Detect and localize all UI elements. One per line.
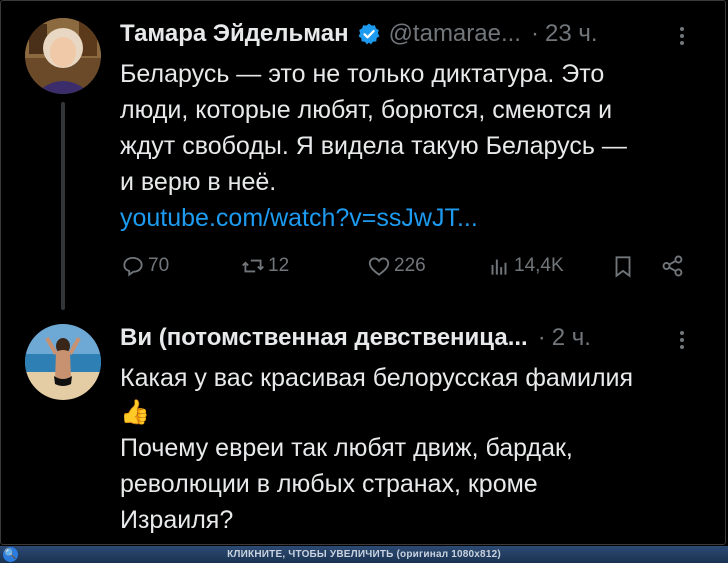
separator-dot: ·	[537, 324, 546, 351]
tweet-1[interactable]: Тамара Эйдельман @tamarae... · 23 ч. Бел…	[0, 0, 728, 310]
separator-dot: ·	[530, 20, 539, 47]
tweet-text-line: люди, которые любят, борются, смеются и	[120, 96, 613, 124]
author-name[interactable]: Тамара Эйдельман	[120, 20, 349, 48]
tweet-text-line: Какая у вас красивая белорусская фамилия	[120, 364, 634, 392]
bookmark-button[interactable]	[610, 253, 638, 279]
reply-count: 70	[148, 255, 170, 276]
tweet-text-line: революции в любых странах, кроме	[120, 470, 538, 498]
avatar-image	[25, 18, 101, 94]
like-button[interactable]: 226	[366, 253, 426, 279]
thread-line	[61, 102, 65, 310]
repost-icon	[242, 259, 264, 273]
avatar-vi[interactable]	[25, 324, 101, 400]
more-options-icon[interactable]	[670, 328, 694, 352]
timestamp[interactable]: 2 ч.	[552, 324, 591, 352]
thumbs-up-emoji: 👍	[120, 399, 150, 426]
tweet-2-header: Ви (потомственная девственица... · 2 ч.	[120, 324, 591, 352]
views-count: 14,4K	[514, 255, 564, 276]
views-button[interactable]: 14,4K	[486, 253, 564, 279]
tweet-text-line: Почему евреи так любят движ, бардак,	[120, 434, 573, 462]
tweet-text-line: Израиля?	[120, 506, 234, 534]
more-options-icon[interactable]	[670, 24, 694, 48]
tweet-2[interactable]: Ви (потомственная девственица... · 2 ч. …	[0, 310, 728, 546]
share-icon	[662, 255, 683, 277]
tweet-text-line: и верю в неё.	[120, 168, 277, 196]
enlarge-label[interactable]: КЛИКНИТЕ, ЧТОБЫ УВЕЛИЧИТЬ (оригинал 1080…	[227, 549, 501, 560]
share-button[interactable]	[660, 253, 688, 279]
tweet-actions: 70 12 226 14,4K	[120, 253, 700, 289]
bookmark-icon	[615, 256, 631, 278]
tweet-2-text: Какая у вас красивая белорусская фамилия…	[120, 360, 700, 538]
author-name[interactable]: Ви (потомственная девственица...	[120, 324, 528, 352]
avatar-image	[25, 324, 101, 400]
tweet-1-text: Беларусь — это не только диктатура. Это …	[120, 56, 700, 236]
tweet-text-line: Беларусь — это не только диктатура. Это	[120, 60, 605, 88]
enlarge-bar[interactable]: 🔍 КЛИКНИТЕ, ЧТОБЫ УВЕЛИЧИТЬ (оригинал 10…	[0, 546, 728, 563]
tweet-link[interactable]: youtube.com/watch?v=ssJwJT...	[120, 200, 700, 236]
magnifier-icon[interactable]: 🔍	[3, 547, 18, 562]
heart-icon	[368, 257, 390, 276]
tweet-text-line: ждут свободы. Я видела такую Беларусь —	[120, 132, 627, 160]
reply-button[interactable]: 70	[120, 253, 169, 279]
views-icon	[491, 259, 507, 275]
reply-icon	[123, 256, 143, 277]
repost-count: 12	[268, 255, 290, 276]
tweet-1-header: Тамара Эйдельман @tamarae... · 23 ч.	[120, 20, 598, 48]
verified-badge-icon	[358, 23, 379, 45]
like-count: 226	[394, 255, 426, 276]
author-handle[interactable]: @tamarae...	[389, 20, 521, 48]
repost-button[interactable]: 12	[240, 253, 289, 279]
timestamp[interactable]: 23 ч.	[545, 20, 598, 48]
avatar-tamara[interactable]	[25, 18, 101, 94]
